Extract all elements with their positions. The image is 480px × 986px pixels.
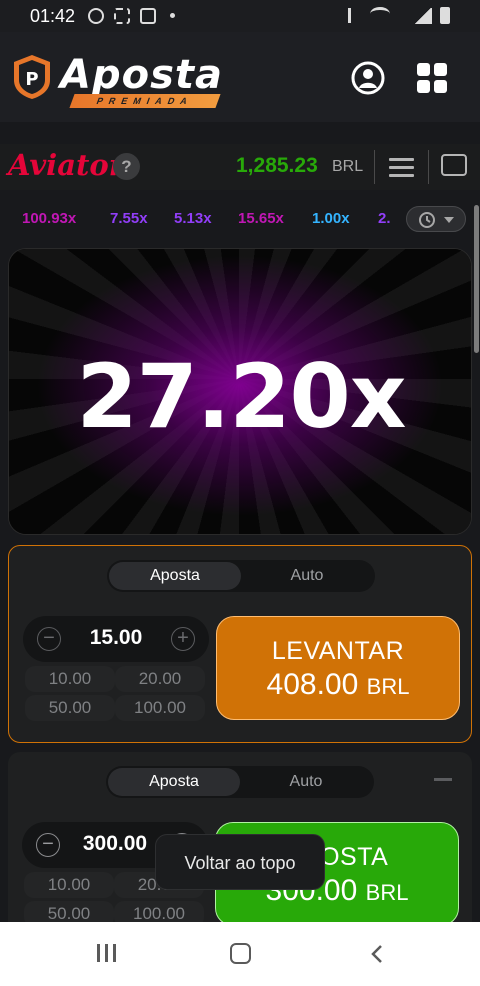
signal-icon — [414, 8, 432, 24]
history-item: 2. — [378, 210, 391, 227]
status-cast-icon — [140, 8, 156, 24]
bet-panel-1: Aposta Auto − 15.00 + 10.00 20.00 50.00 … — [8, 545, 472, 743]
tab-auto[interactable]: Auto — [240, 768, 372, 796]
nav-back-icon[interactable] — [368, 944, 386, 964]
battery-icon — [440, 7, 450, 24]
history-icon — [419, 212, 435, 228]
svg-text:P: P — [25, 69, 38, 90]
game-top-bar: Aviator ? 1,285.23 BRL — [0, 144, 480, 190]
bet-mode-tabs: Aposta Auto — [107, 560, 375, 592]
tab-aposta[interactable]: Aposta — [108, 768, 240, 796]
divider — [428, 150, 429, 184]
cashout-amount: 408.00 — [266, 668, 359, 701]
bet-mode-tabs: Aposta Auto — [106, 766, 374, 798]
aviator-logo: Aviator — [8, 148, 124, 182]
history-toggle-button[interactable] — [406, 206, 466, 232]
grid-icon[interactable] — [414, 60, 450, 96]
minus-icon[interactable]: − — [36, 833, 60, 857]
current-multiplier: 27.20x — [76, 345, 406, 448]
quick-amount-button[interactable]: 10.00 — [24, 872, 114, 898]
menu-icon[interactable] — [389, 158, 414, 177]
status-time: 01:42 — [30, 6, 76, 26]
minus-icon[interactable]: − — [37, 627, 61, 651]
status-dot-icon — [170, 13, 175, 18]
stake-stepper: − 15.00 + — [23, 616, 209, 662]
remove-panel-icon[interactable] — [434, 778, 452, 781]
cashout-amount-line: 408.00 BRL — [217, 668, 459, 702]
brand-logo-text[interactable]: Aposta — [60, 52, 223, 98]
quick-amount-button[interactable]: 50.00 — [25, 695, 115, 721]
cashout-label: LEVANTAR — [271, 637, 405, 665]
nav-recents-icon[interactable] — [97, 944, 117, 962]
wifi-icon — [370, 7, 390, 21]
tab-auto[interactable]: Auto — [241, 562, 373, 590]
balance-amount: 1,285.23 — [236, 154, 318, 177]
quick-amount-button[interactable]: 10.00 — [25, 666, 115, 692]
brand-shield-icon[interactable]: P — [12, 54, 52, 100]
history-item: 1.00x — [312, 210, 350, 227]
status-b-icon — [88, 8, 104, 24]
back-to-top-toast[interactable]: Voltar ao topo — [155, 834, 325, 890]
page-scrollbar[interactable] — [474, 205, 479, 353]
chat-icon[interactable] — [441, 154, 467, 176]
tab-aposta[interactable]: Aposta — [109, 562, 241, 590]
history-item: 15.65x — [238, 210, 284, 227]
history-item: 100.93x — [22, 210, 77, 227]
android-nav-bar — [0, 922, 480, 986]
nav-home-icon[interactable] — [230, 943, 251, 964]
site-header: P Aposta PREMIADA — [0, 32, 480, 122]
plus-icon[interactable]: + — [171, 627, 195, 651]
quick-amount-button[interactable]: 20.00 — [115, 666, 205, 692]
stake-value[interactable]: 15.00 — [59, 626, 173, 650]
game-screen: 27.20x — [8, 248, 472, 535]
quick-amount-button[interactable]: 100.00 — [115, 695, 205, 721]
bet-currency: BRL — [365, 880, 409, 905]
history-item: 7.55x — [110, 210, 148, 227]
history-item: 5.13x — [174, 210, 212, 227]
cashout-currency: BRL — [366, 674, 410, 699]
cashout-button[interactable]: LEVANTAR 408.00 BRL — [216, 616, 460, 720]
status-screenshot-icon — [114, 8, 130, 24]
status-bar: 01:42 — [0, 0, 480, 32]
user-icon[interactable] — [350, 60, 386, 96]
divider — [374, 150, 375, 184]
brand-logo-sub: PREMIADA — [69, 94, 221, 108]
mute-icon — [348, 8, 363, 23]
help-button[interactable]: ? — [113, 153, 140, 180]
balance-currency: BRL — [332, 158, 364, 175]
chevron-down-icon — [444, 217, 454, 223]
